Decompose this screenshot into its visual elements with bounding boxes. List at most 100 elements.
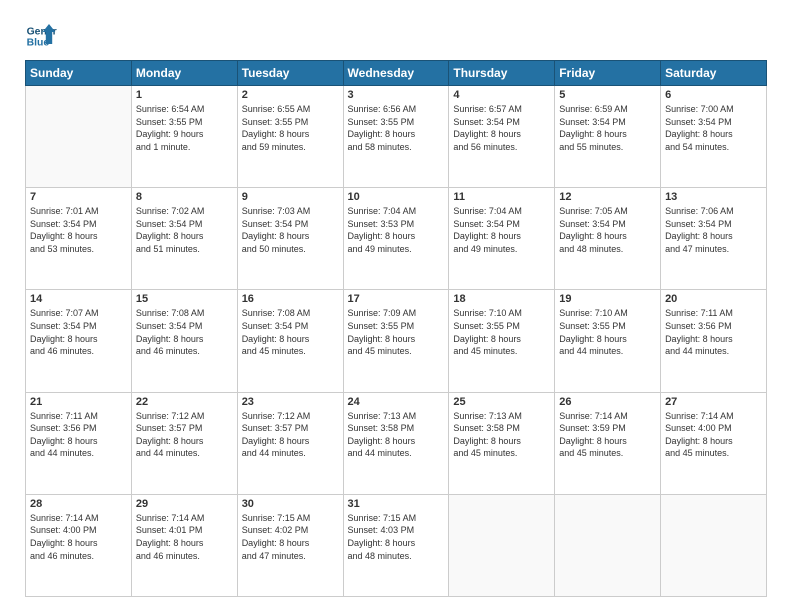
day-info: Sunrise: 7:12 AMSunset: 3:57 PMDaylight:…: [136, 410, 233, 460]
calendar-cell: 16 Sunrise: 7:08 AMSunset: 3:54 PMDayligh…: [237, 290, 343, 392]
day-number: 16: [242, 293, 339, 305]
calendar-week-row: 28 Sunrise: 7:14 AMSunset: 4:00 PMDayligh…: [26, 494, 767, 596]
day-number: 28: [30, 498, 127, 510]
calendar-cell: 24 Sunrise: 7:13 AMSunset: 3:58 PMDayligh…: [343, 392, 449, 494]
day-info: Sunrise: 7:15 AMSunset: 4:02 PMDaylight:…: [242, 512, 339, 562]
calendar-cell: 4 Sunrise: 6:57 AMSunset: 3:54 PMDaylight…: [449, 86, 555, 188]
calendar-cell: 20 Sunrise: 7:11 AMSunset: 3:56 PMDayligh…: [661, 290, 767, 392]
day-number: 8: [136, 191, 233, 203]
day-info: Sunrise: 7:09 AMSunset: 3:55 PMDaylight:…: [348, 307, 445, 357]
calendar-cell: 25 Sunrise: 7:13 AMSunset: 3:58 PMDayligh…: [449, 392, 555, 494]
day-info: Sunrise: 7:11 AMSunset: 3:56 PMDaylight:…: [30, 410, 127, 460]
day-info: Sunrise: 7:14 AMSunset: 3:59 PMDaylight:…: [559, 410, 656, 460]
day-number: 5: [559, 89, 656, 101]
day-number: 30: [242, 498, 339, 510]
day-info: Sunrise: 6:57 AMSunset: 3:54 PMDaylight:…: [453, 103, 550, 153]
calendar-cell: 11 Sunrise: 7:04 AMSunset: 3:54 PMDayligh…: [449, 188, 555, 290]
day-info: Sunrise: 7:04 AMSunset: 3:53 PMDaylight:…: [348, 205, 445, 255]
calendar-cell: 15 Sunrise: 7:08 AMSunset: 3:54 PMDayligh…: [131, 290, 237, 392]
day-number: 25: [453, 396, 550, 408]
logo: General Blue: [25, 20, 57, 52]
calendar-cell: 26 Sunrise: 7:14 AMSunset: 3:59 PMDayligh…: [555, 392, 661, 494]
day-info: Sunrise: 7:03 AMSunset: 3:54 PMDaylight:…: [242, 205, 339, 255]
calendar-week-row: 1Sunrise: 6:54 AMSunset: 3:55 PMDaylight…: [26, 86, 767, 188]
calendar-week-row: 21Sunrise: 7:11 AMSunset: 3:56 PMDayligh…: [26, 392, 767, 494]
day-info: Sunrise: 6:56 AMSunset: 3:55 PMDaylight:…: [348, 103, 445, 153]
day-info: Sunrise: 7:14 AMSunset: 4:00 PMDaylight:…: [30, 512, 127, 562]
calendar-header-monday: Monday: [131, 61, 237, 86]
day-number: 27: [665, 396, 762, 408]
calendar-header-tuesday: Tuesday: [237, 61, 343, 86]
day-info: Sunrise: 6:55 AMSunset: 3:55 PMDaylight:…: [242, 103, 339, 153]
calendar-cell: 7Sunrise: 7:01 AMSunset: 3:54 PMDaylight…: [26, 188, 132, 290]
calendar-header-row: SundayMondayTuesdayWednesdayThursdayFrid…: [26, 61, 767, 86]
calendar-cell: 30 Sunrise: 7:15 AMSunset: 4:02 PMDayligh…: [237, 494, 343, 596]
calendar-cell: [555, 494, 661, 596]
day-number: 20: [665, 293, 762, 305]
day-number: 19: [559, 293, 656, 305]
day-number: 13: [665, 191, 762, 203]
calendar-cell: 22Sunrise: 7:12 AMSunset: 3:57 PMDayligh…: [131, 392, 237, 494]
day-number: 29: [136, 498, 233, 510]
calendar-cell: 1Sunrise: 6:54 AMSunset: 3:55 PMDaylight…: [131, 86, 237, 188]
calendar-cell: 3 Sunrise: 6:56 AMSunset: 3:55 PMDaylight…: [343, 86, 449, 188]
calendar-cell: 13 Sunrise: 7:06 AMSunset: 3:54 PMDayligh…: [661, 188, 767, 290]
day-info: Sunrise: 7:13 AMSunset: 3:58 PMDaylight:…: [453, 410, 550, 460]
calendar-cell: [449, 494, 555, 596]
calendar-cell: 21Sunrise: 7:11 AMSunset: 3:56 PMDayligh…: [26, 392, 132, 494]
calendar-cell: [661, 494, 767, 596]
calendar-cell: 12 Sunrise: 7:05 AMSunset: 3:54 PMDayligh…: [555, 188, 661, 290]
calendar-cell: 14Sunrise: 7:07 AMSunset: 3:54 PMDayligh…: [26, 290, 132, 392]
day-number: 3: [348, 89, 445, 101]
day-number: 6: [665, 89, 762, 101]
calendar-header-thursday: Thursday: [449, 61, 555, 86]
calendar-cell: 5Sunrise: 6:59 AMSunset: 3:54 PMDaylight…: [555, 86, 661, 188]
calendar-cell: 29 Sunrise: 7:14 AMSunset: 4:01 PMDayligh…: [131, 494, 237, 596]
calendar-cell: 31 Sunrise: 7:15 AMSunset: 4:03 PMDayligh…: [343, 494, 449, 596]
day-info: Sunrise: 7:14 AMSunset: 4:01 PMDaylight:…: [136, 512, 233, 562]
day-info: Sunrise: 7:08 AMSunset: 3:54 PMDaylight:…: [136, 307, 233, 357]
day-number: 12: [559, 191, 656, 203]
day-number: 11: [453, 191, 550, 203]
day-number: 31: [348, 498, 445, 510]
day-number: 18: [453, 293, 550, 305]
day-info: Sunrise: 7:06 AMSunset: 3:54 PMDaylight:…: [665, 205, 762, 255]
calendar-header-sunday: Sunday: [26, 61, 132, 86]
calendar-cell: 23 Sunrise: 7:12 AMSunset: 3:57 PMDayligh…: [237, 392, 343, 494]
day-info: Sunrise: 7:05 AMSunset: 3:54 PMDaylight:…: [559, 205, 656, 255]
calendar-cell: 28 Sunrise: 7:14 AMSunset: 4:00 PMDayligh…: [26, 494, 132, 596]
calendar-cell: 10 Sunrise: 7:04 AMSunset: 3:53 PMDayligh…: [343, 188, 449, 290]
calendar-week-row: 7Sunrise: 7:01 AMSunset: 3:54 PMDaylight…: [26, 188, 767, 290]
calendar-cell: 8 Sunrise: 7:02 AMSunset: 3:54 PMDaylight…: [131, 188, 237, 290]
day-info: Sunrise: 7:11 AMSunset: 3:56 PMDaylight:…: [665, 307, 762, 357]
day-number: 24: [348, 396, 445, 408]
day-info: Sunrise: 7:13 AMSunset: 3:58 PMDaylight:…: [348, 410, 445, 460]
day-number: 10: [348, 191, 445, 203]
day-info: Sunrise: 7:15 AMSunset: 4:03 PMDaylight:…: [348, 512, 445, 562]
calendar-cell: 6Sunrise: 7:00 AMSunset: 3:54 PMDaylight…: [661, 86, 767, 188]
day-info: Sunrise: 7:01 AMSunset: 3:54 PMDaylight:…: [30, 205, 127, 255]
calendar-header-friday: Friday: [555, 61, 661, 86]
calendar-cell: 27 Sunrise: 7:14 AMSunset: 4:00 PMDayligh…: [661, 392, 767, 494]
day-info: Sunrise: 7:04 AMSunset: 3:54 PMDaylight:…: [453, 205, 550, 255]
day-info: Sunrise: 7:10 AMSunset: 3:55 PMDaylight:…: [559, 307, 656, 357]
day-info: Sunrise: 7:08 AMSunset: 3:54 PMDaylight:…: [242, 307, 339, 357]
calendar-cell: 19 Sunrise: 7:10 AMSunset: 3:55 PMDayligh…: [555, 290, 661, 392]
calendar-cell: 9 Sunrise: 7:03 AMSunset: 3:54 PMDaylight…: [237, 188, 343, 290]
day-number: 15: [136, 293, 233, 305]
calendar-cell: 2Sunrise: 6:55 AMSunset: 3:55 PMDaylight…: [237, 86, 343, 188]
day-number: 14: [30, 293, 127, 305]
day-info: Sunrise: 7:12 AMSunset: 3:57 PMDaylight:…: [242, 410, 339, 460]
day-number: 26: [559, 396, 656, 408]
day-number: 23: [242, 396, 339, 408]
day-number: 4: [453, 89, 550, 101]
day-info: Sunrise: 7:02 AMSunset: 3:54 PMDaylight:…: [136, 205, 233, 255]
calendar-cell: 18 Sunrise: 7:10 AMSunset: 3:55 PMDayligh…: [449, 290, 555, 392]
day-number: 9: [242, 191, 339, 203]
calendar-table: SundayMondayTuesdayWednesdayThursdayFrid…: [25, 60, 767, 597]
page-header: General Blue: [25, 20, 767, 52]
day-info: Sunrise: 7:10 AMSunset: 3:55 PMDaylight:…: [453, 307, 550, 357]
day-number: 1: [136, 89, 233, 101]
day-info: Sunrise: 7:14 AMSunset: 4:00 PMDaylight:…: [665, 410, 762, 460]
day-number: 17: [348, 293, 445, 305]
